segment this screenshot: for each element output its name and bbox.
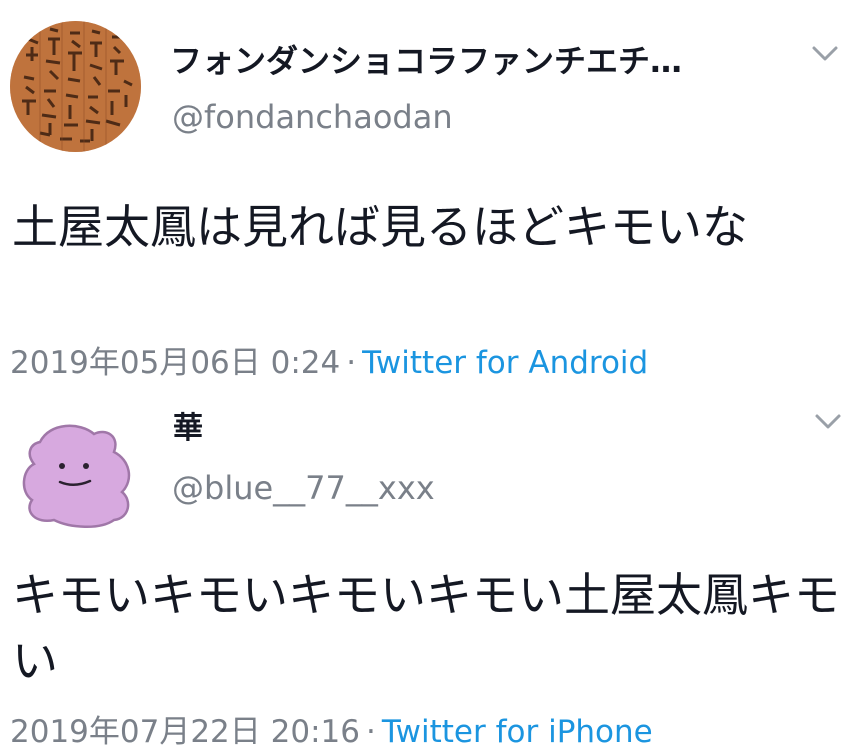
- tweet: フォンダンショコラファンチエチ… @fondanchaodan 土屋太鳳は見れば…: [0, 0, 864, 390]
- tweet-text: 土屋太鳳は見れば見るほどキモいな: [12, 200, 748, 254]
- tweet-timestamp[interactable]: 2019年05月06日 0:24: [10, 345, 340, 381]
- meta-separator: ·: [346, 345, 357, 381]
- tweet-text: キモいキモいキモいキモい土屋太鳳キモい: [12, 568, 840, 688]
- pink-blob-avatar-icon: [10, 408, 141, 539]
- chevron-down-icon[interactable]: [810, 44, 840, 64]
- tweet-meta: 2019年07月22日 20:16 · Twitter for iPhone: [10, 706, 653, 751]
- user-avatar[interactable]: [10, 408, 141, 539]
- tweet-meta: 2019年05月06日 0:24 · Twitter for Android: [10, 337, 648, 382]
- chevron-down-icon[interactable]: [813, 412, 843, 432]
- tweet: 華 @blue__77__xxx キモいキモいキモいキモい土屋太鳳キモい 201…: [0, 390, 864, 754]
- scroll-calligraphy-avatar-icon: [10, 21, 141, 152]
- user-handle[interactable]: @fondanchaodan: [172, 98, 453, 136]
- user-handle[interactable]: @blue__77__xxx: [172, 469, 435, 507]
- meta-separator: ·: [365, 714, 376, 750]
- tweet-source-link[interactable]: Twitter for iPhone: [382, 714, 653, 750]
- user-avatar[interactable]: [10, 21, 141, 152]
- tweet-timestamp[interactable]: 2019年07月22日 20:16: [10, 714, 360, 750]
- display-name[interactable]: 華: [173, 403, 203, 447]
- tweet-source-link[interactable]: Twitter for Android: [362, 345, 648, 381]
- display-name[interactable]: フォンダンショコラファンチエチ…: [170, 36, 770, 82]
